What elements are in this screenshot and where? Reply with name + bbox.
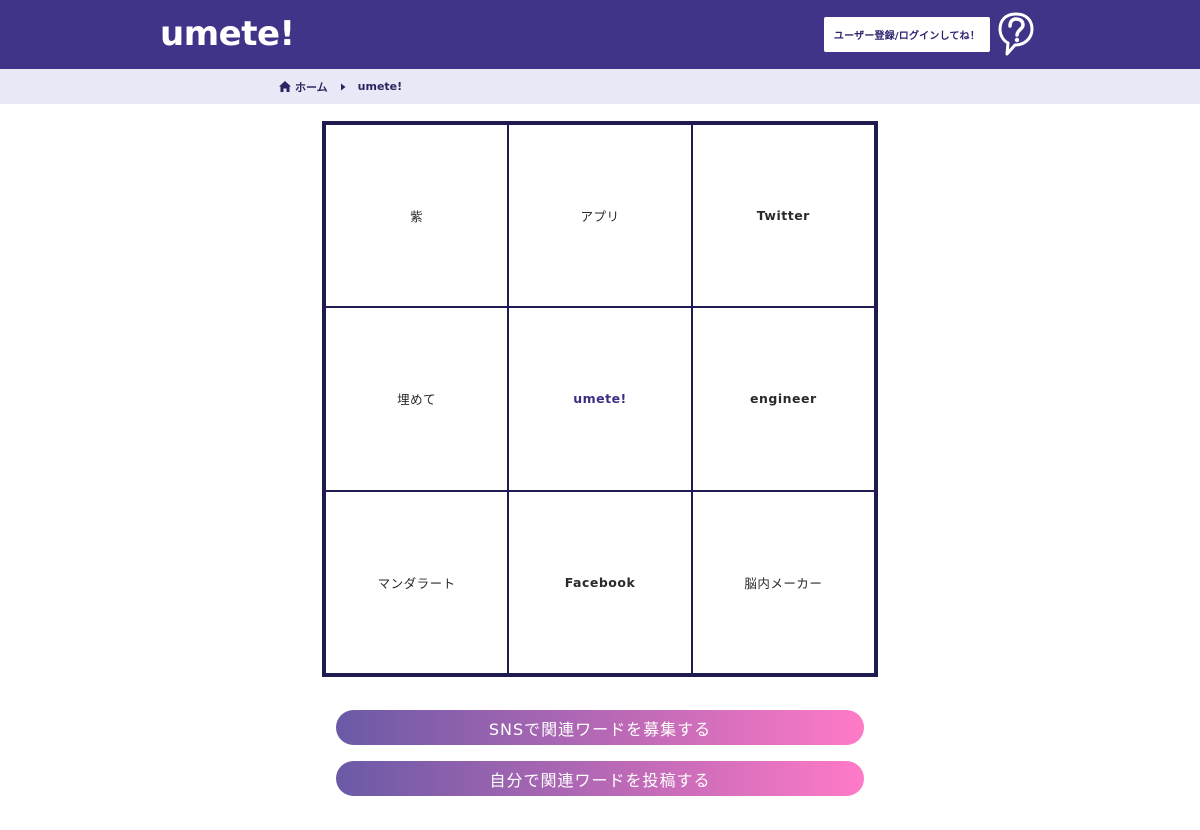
breadcrumb-current: umete! (357, 80, 403, 93)
home-icon (279, 81, 291, 92)
mandala-grid: 紫 アプリ Twitter 埋めて umete! engineer マンダラート… (322, 121, 878, 677)
mandala-cell[interactable]: engineer (691, 307, 875, 491)
mandala-cell[interactable]: 脳内メーカー (691, 490, 875, 674)
breadcrumb: ホーム umete! (279, 69, 402, 104)
mandala-center-cell[interactable]: umete! (508, 307, 692, 491)
login-register-button[interactable]: ユーザー登録/ログインしてね！ (824, 17, 990, 52)
breadcrumb-bar: ホーム umete! (0, 69, 1200, 104)
breadcrumb-home-link[interactable]: ホーム (279, 79, 328, 95)
sns-recruit-button[interactable]: SNSで関連ワードを募集する (336, 710, 864, 745)
site-logo[interactable]: umete! (160, 14, 295, 54)
caret-right-icon (340, 83, 346, 90)
mandala-cell[interactable]: マンダラート (325, 490, 509, 674)
question-bubble-icon[interactable] (995, 10, 1037, 58)
mandala-cell[interactable]: Facebook (508, 490, 692, 674)
self-post-button[interactable]: 自分で関連ワードを投稿する (336, 761, 864, 796)
mandala-cell[interactable]: 埋めて (325, 307, 509, 491)
site-header: umete! ユーザー登録/ログインしてね！ (0, 0, 1200, 69)
breadcrumb-home-label: ホーム (295, 80, 328, 94)
mandala-cell[interactable]: Twitter (691, 124, 875, 308)
mandala-cell[interactable]: アプリ (508, 124, 692, 308)
mandala-cell[interactable]: 紫 (325, 124, 509, 308)
